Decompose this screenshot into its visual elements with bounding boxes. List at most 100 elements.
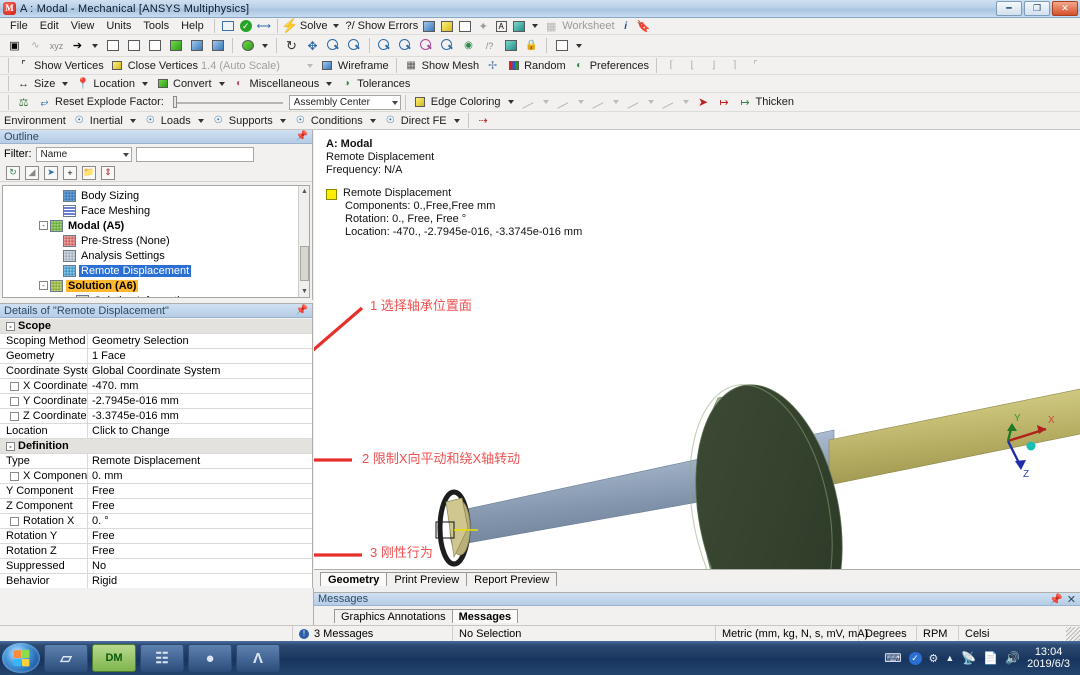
image-capture-icon[interactable] (439, 19, 455, 34)
conditions-dropdown-icon[interactable] (370, 119, 376, 123)
location-dropdown-icon[interactable] (142, 82, 148, 86)
details-value[interactable]: Free (88, 544, 312, 558)
tolerances-button[interactable]: Tolerances (357, 78, 410, 90)
show-vertices-button[interactable]: Show Vertices (34, 60, 104, 72)
taskbar-item-messenger[interactable]: ● (188, 644, 232, 672)
random-button[interactable]: Random (524, 60, 566, 72)
taskbar-item-designmodeler[interactable]: DM (92, 644, 136, 672)
miscellaneous-dropdown-icon[interactable] (326, 82, 332, 86)
curve-select-icon[interactable]: ∿ (26, 37, 45, 55)
rotate-mode-icon[interactable] (238, 37, 257, 55)
details-row-y-component[interactable]: Y ComponentFree (0, 484, 312, 499)
inertial-button[interactable]: Inertial (90, 115, 123, 127)
direct-fe-button[interactable]: Direct FE (401, 115, 447, 127)
color-legend-icon[interactable] (511, 19, 527, 34)
lock-icon[interactable]: 🔒 (522, 37, 541, 55)
details-section-toggle[interactable]: - (6, 442, 15, 451)
outline-scrollbar[interactable]: ▲ ▼ (298, 186, 309, 297)
edge-coloring-dropdown-icon[interactable] (508, 100, 514, 104)
outline-tree-item-solution-information[interactable]: Solution Information (3, 293, 297, 298)
details-row-z-coordinate[interactable]: Z Coordinate-3.3745e-016 mm (0, 409, 312, 424)
details-value[interactable]: Global Coordinate System (88, 364, 312, 378)
outline-tree-item-modal-a5[interactable]: -Modal (A5) (3, 218, 297, 233)
tray-action-center-icon[interactable]: 📄 (983, 651, 998, 665)
assembly-center-select[interactable]: Assembly Center (289, 95, 401, 110)
details-value[interactable]: 0. mm (88, 469, 312, 483)
scroll-up-icon[interactable]: ▲ (301, 188, 308, 195)
messages-tabs[interactable]: Graphics AnnotationsMessages (314, 606, 1080, 623)
tree-expander-collapse[interactable]: - (39, 221, 48, 230)
details-row-scoping-method[interactable]: Scoping MethodGeometry Selection (0, 334, 312, 349)
select-body-icon[interactable] (166, 37, 185, 55)
edge-dir-2-dropdown-icon[interactable] (578, 100, 584, 104)
pointer-icon[interactable]: ➔ (68, 37, 87, 55)
details-row-type[interactable]: TypeRemote Displacement (0, 454, 312, 469)
coordinate-triad[interactable]: X Y Z (990, 409, 1060, 479)
minimize-button[interactable]: ━ (996, 1, 1022, 16)
details-checkbox[interactable] (10, 472, 19, 481)
select-face-icon[interactable] (145, 37, 164, 55)
zoom-out-icon[interactable] (345, 37, 364, 55)
edge-direction-2-icon[interactable] (554, 93, 573, 111)
window-restore-icon[interactable] (220, 19, 236, 34)
taskbar-clock[interactable]: 13:04 2019/6/3 (1027, 646, 1074, 670)
explode-factor-slider[interactable] (173, 96, 283, 108)
refresh-tree-icon[interactable]: ↻ (6, 166, 20, 180)
details-row-behavior[interactable]: BehaviorRigid (0, 574, 312, 588)
details-value[interactable]: Geometry Selection (88, 334, 312, 348)
graphics-tabs[interactable]: GeometryPrint PreviewReport Preview (314, 570, 1080, 586)
probe-annotation-3-icon[interactable]: ⌋ (704, 57, 723, 75)
close-button[interactable]: ✕ (1052, 1, 1078, 16)
close-vertices-button[interactable]: Close Vertices (128, 60, 198, 72)
filter-tree-icon[interactable]: ◢ (25, 166, 39, 180)
probe-icon[interactable]: ✦ (475, 19, 491, 34)
tray-ime-icon[interactable]: ✓ (909, 652, 922, 665)
cross-section-icon[interactable]: ↦ (715, 93, 734, 111)
info-icon[interactable]: i (618, 19, 634, 34)
named-selection-icon[interactable]: ⇢ (474, 112, 493, 130)
details-checkbox[interactable] (10, 412, 19, 421)
details-section-scope[interactable]: -Scope (0, 319, 312, 334)
tag-icon[interactable]: 🔖 (636, 19, 652, 34)
zoom-to-fit-icon[interactable] (396, 37, 415, 55)
details-value[interactable]: No (88, 559, 312, 573)
details-row-y-coordinate[interactable]: Y Coordinate-2.7945e-016 mm (0, 394, 312, 409)
supports-button[interactable]: Supports (229, 115, 273, 127)
details-value[interactable]: 1 Face (88, 349, 312, 363)
rotate-dropdown-icon[interactable] (262, 44, 268, 48)
details-value[interactable]: -3.3745e-016 mm (88, 409, 312, 423)
filter-select[interactable]: Name (36, 147, 132, 162)
graphics-tab-geometry[interactable]: Geometry (320, 572, 387, 586)
details-value[interactable]: 0. ° (88, 514, 312, 528)
details-value[interactable]: Rigid (88, 574, 312, 588)
thicken-button[interactable]: Thicken (756, 96, 795, 108)
wireframe-button[interactable]: Wireframe (338, 60, 389, 72)
pan-icon[interactable]: ✥ (303, 37, 322, 55)
select-edge-icon[interactable] (124, 37, 143, 55)
menu-file[interactable]: File (4, 19, 34, 33)
new-chart-icon[interactable] (421, 19, 437, 34)
pointer-dropdown-icon[interactable] (92, 44, 98, 48)
probe-annotation-2-icon[interactable]: ⌊ (683, 57, 702, 75)
select-mode-icon[interactable]: ▣ (5, 37, 24, 55)
convert-dropdown-icon[interactable] (219, 82, 225, 86)
resize-grip[interactable] (1066, 627, 1080, 641)
sort-icon[interactable]: ⇕ (101, 166, 115, 180)
tray-expand-icon[interactable]: ▲ (945, 653, 954, 663)
size-dropdown-icon[interactable] (62, 82, 68, 86)
check-icon[interactable]: ✓ (238, 19, 254, 34)
set-view-icon[interactable]: /? (480, 37, 499, 55)
assembly-explode-icon[interactable]: ⚖ (14, 93, 33, 111)
status-messages[interactable]: ! 3 Messages (293, 626, 453, 641)
details-checkbox[interactable] (10, 517, 19, 526)
xyz-select-icon[interactable]: xyz (47, 37, 66, 55)
outline-tree[interactable]: Body SizingFace Meshing-Modal (A5)Pre-St… (2, 185, 310, 298)
messages-pin-icon[interactable]: 📌 (1049, 593, 1063, 606)
expand-all-icon[interactable]: + (63, 166, 77, 180)
messages-tab-messages[interactable]: Messages (452, 609, 519, 623)
menu-units[interactable]: Units (100, 19, 137, 33)
rotate-icon[interactable]: ↻ (282, 37, 301, 55)
show-errors-button[interactable]: ?/ Show Errors (343, 20, 420, 32)
probe-annotation-4-icon[interactable]: ⌉ (725, 57, 744, 75)
solve-button[interactable]: Solve (298, 20, 330, 32)
